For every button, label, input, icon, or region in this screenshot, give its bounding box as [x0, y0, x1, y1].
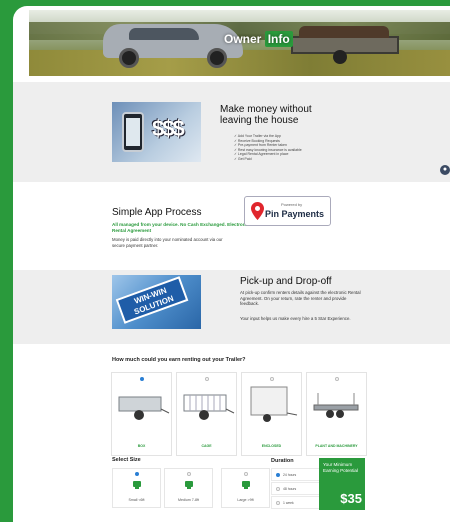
- trailer-medium-icon: [185, 481, 193, 489]
- body-text: Money is paid directly into your nominat…: [112, 237, 223, 248]
- trailer-type-options: BOX CAGE ENCLOSED PLANT AND MACHINERY: [111, 372, 368, 456]
- section-app-process: Simple App Process All managed from your…: [13, 182, 450, 270]
- body-text: Your input helps us make every hire a 5 …: [240, 316, 351, 321]
- radio-icon: [205, 377, 209, 381]
- pin-payments-badge[interactable]: Powered by Pin Payments: [244, 196, 331, 226]
- trailer-large-icon: [242, 481, 250, 489]
- section-heading: Simple App Process: [112, 207, 202, 218]
- duration-option[interactable]: 48 hours: [271, 482, 321, 495]
- section-make-money: $$$ Make money without leaving the house…: [13, 82, 450, 182]
- trailer-option-box[interactable]: BOX: [111, 372, 172, 456]
- highlight-text: All managed from your device. No Cash Ex…: [112, 222, 250, 233]
- radio-icon: [270, 377, 274, 381]
- map-pin-icon: [251, 202, 264, 220]
- earning-potential-box: Your Minimum Earning Potential $35: [319, 458, 365, 510]
- size-option-medium[interactable]: Medium 7-8ft: [164, 468, 213, 508]
- chat-bubble-icon[interactable]: ●: [440, 165, 450, 175]
- duration-option[interactable]: 1 week: [271, 496, 321, 509]
- trailer-option-cage[interactable]: CAGE: [176, 372, 237, 456]
- section-pickup-dropoff: WIN-WIN SOLUTION Pick-up and Drop-off At…: [13, 270, 450, 344]
- earnings-calculator: How much could you earn renting out your…: [13, 344, 450, 522]
- radio-icon: [135, 472, 139, 476]
- duration-label: Duration: [271, 458, 294, 464]
- enclosed-trailer-icon: [250, 386, 298, 422]
- benefits-list: Add Your Trailer via the App Receive Boo…: [234, 134, 302, 162]
- section-heading: Pick-up and Drop-off: [240, 276, 332, 287]
- list-item: Get Paid: [234, 157, 302, 162]
- cage-trailer-icon: [183, 394, 235, 420]
- calculator-question: How much could you earn renting out your…: [112, 357, 246, 363]
- duration-options: 24 hours 48 hours 1 week: [271, 468, 321, 510]
- trailer-option-enclosed[interactable]: ENCLOSED: [241, 372, 302, 456]
- radio-icon: [276, 501, 280, 505]
- win-win-image: WIN-WIN SOLUTION: [112, 275, 201, 329]
- radio-icon: [187, 472, 191, 476]
- hero-title: Owner Info: [224, 31, 293, 47]
- size-option-large[interactable]: Large >9ft: [221, 468, 270, 508]
- trailer-image: [291, 26, 399, 64]
- select-size-label: Select Size: [112, 457, 141, 463]
- trailer-option-plant-machinery[interactable]: PLANT AND MACHINERY: [306, 372, 367, 456]
- duration-option[interactable]: 24 hours: [271, 468, 321, 481]
- section-heading: Make money without leaving the house: [220, 104, 312, 126]
- phone-money-image: $$$: [112, 102, 201, 162]
- radio-icon: [276, 473, 280, 477]
- box-trailer-icon: [118, 396, 170, 420]
- car-image: [103, 24, 243, 68]
- trailer-small-icon: [133, 481, 141, 489]
- radio-icon: [140, 377, 144, 381]
- page-container: Owner Info $$$ Make money without leavin…: [13, 6, 450, 522]
- earning-amount: $35: [340, 491, 362, 506]
- plant-trailer-icon: [313, 393, 359, 418]
- size-option-small[interactable]: Small <6ft: [112, 468, 161, 508]
- radio-icon: [244, 472, 248, 476]
- radio-icon: [276, 487, 280, 491]
- body-text: At pick-up confirm renters details again…: [240, 290, 361, 307]
- hero-banner: Owner Info: [29, 10, 450, 76]
- radio-icon: [335, 377, 339, 381]
